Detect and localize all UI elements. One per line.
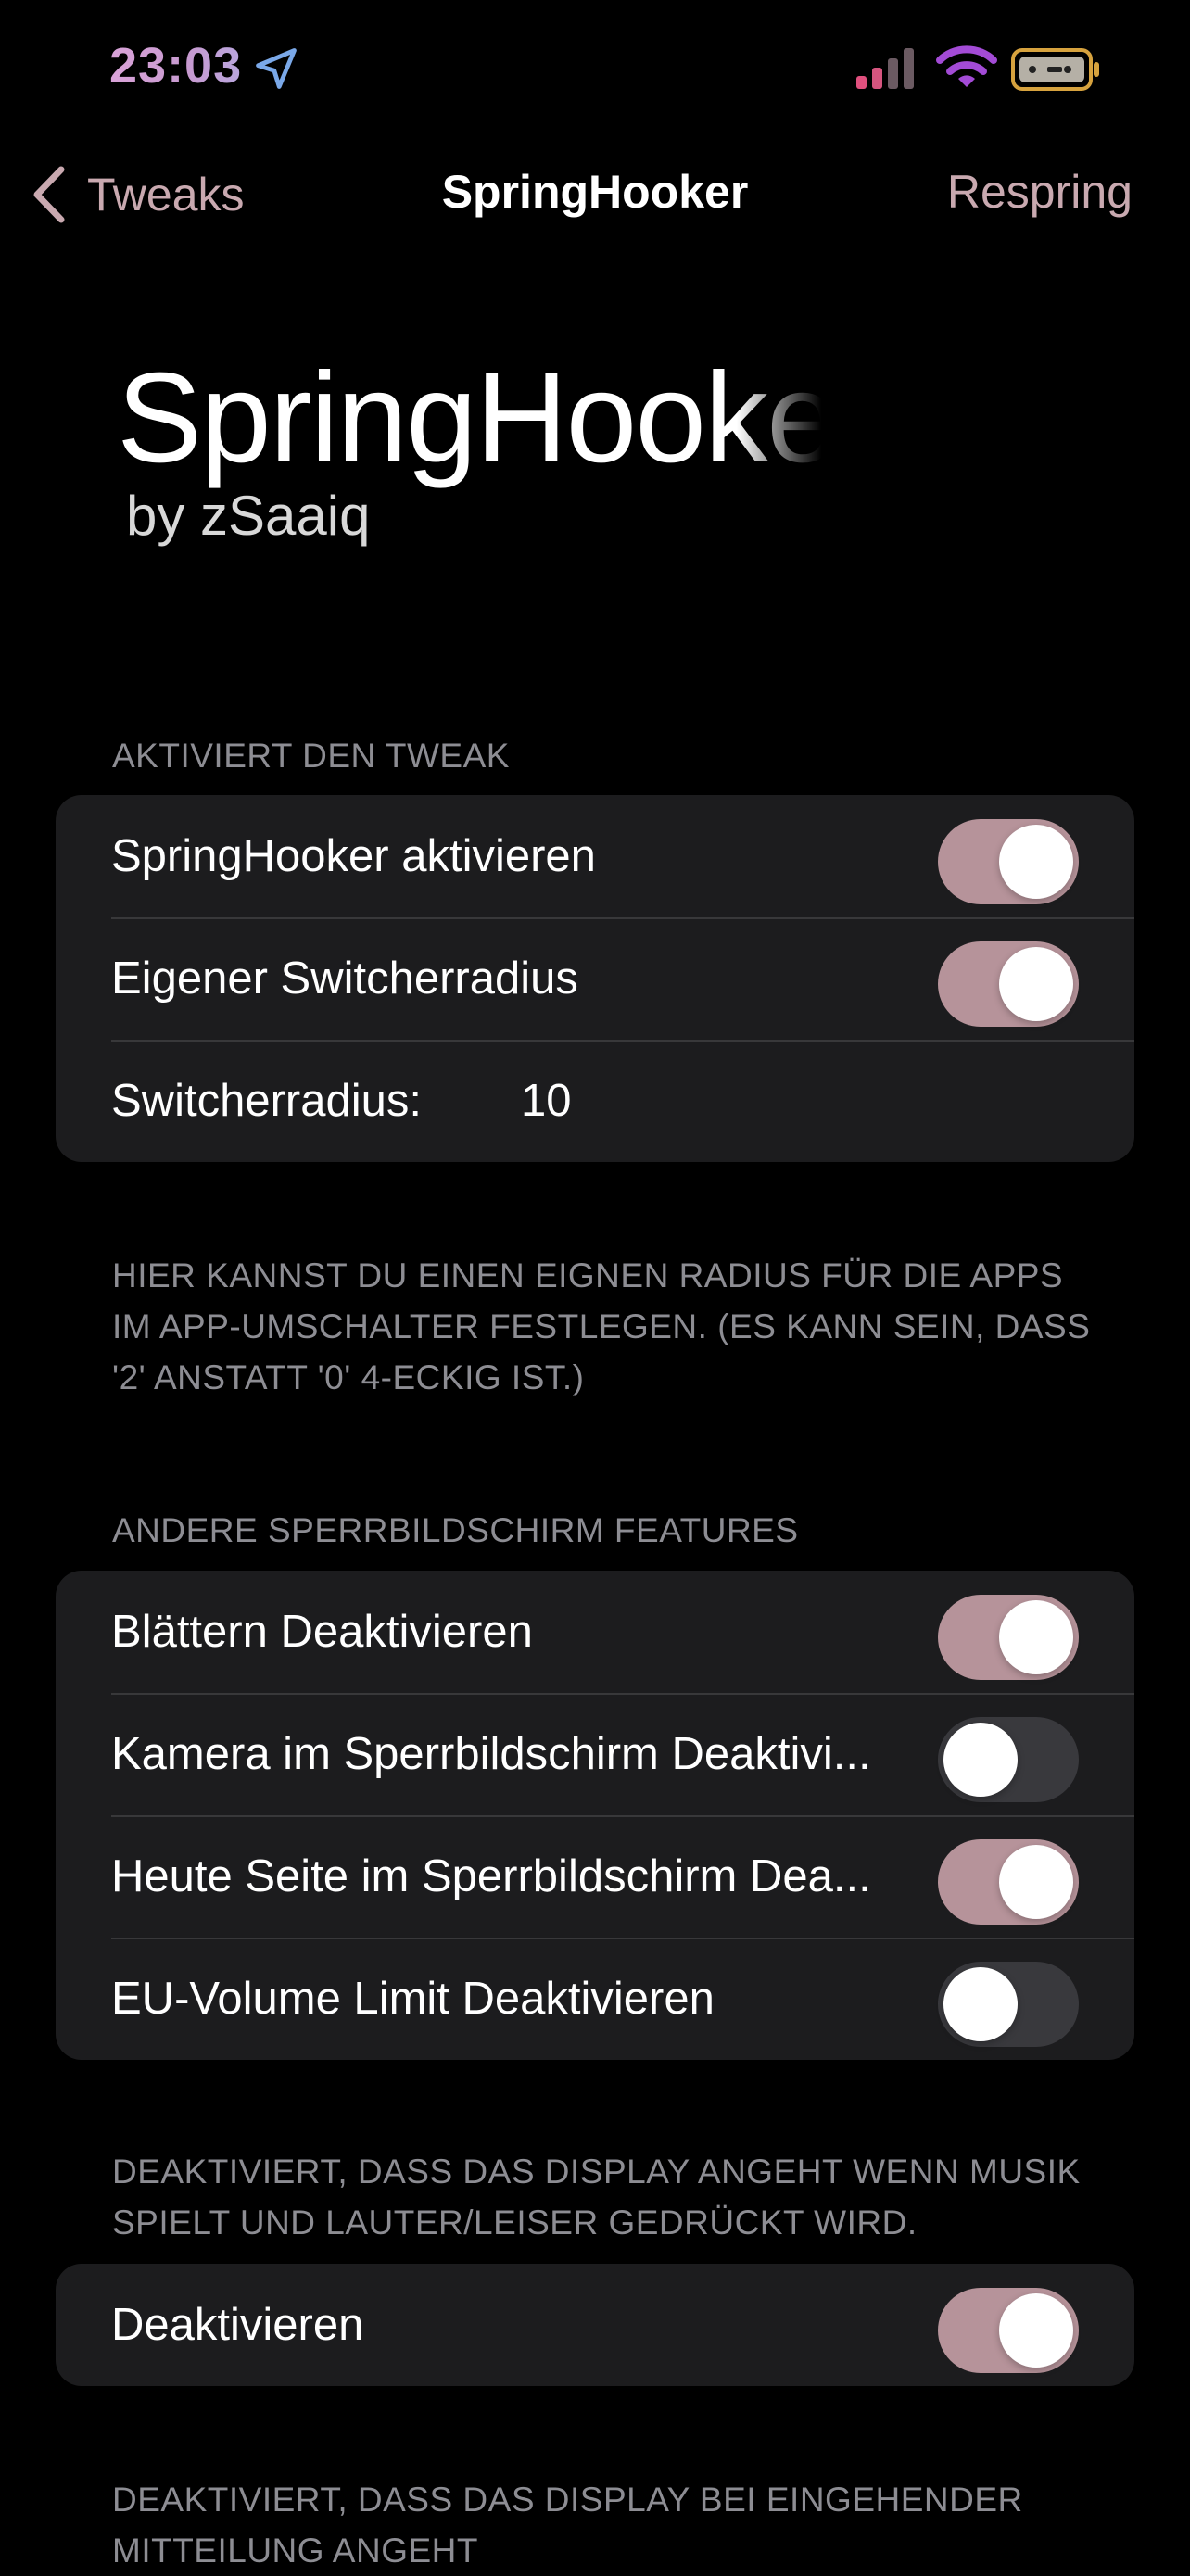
disable-scrolling-toggle[interactable] — [938, 1595, 1079, 1680]
settings-group-activate: SpringHooker aktivieren Eigener Switcher… — [56, 795, 1134, 1162]
toggle-knob — [999, 947, 1073, 1021]
row-disable-music-wake: Deaktivieren — [56, 2264, 1134, 2386]
navigation-bar: Tweaks SpringHooker Respring — [0, 148, 1190, 241]
section-header-activate: AKTIVIERT DEN TWEAK — [112, 737, 510, 775]
row-disable-camera: Kamera im Sperrbildschirm Deaktivi... — [56, 1693, 1134, 1815]
switcher-radius-value[interactable]: 10 — [521, 1075, 572, 1127]
row-label: Blättern Deaktivieren — [111, 1607, 533, 1657]
toggle-knob — [999, 1600, 1073, 1674]
battery-icon — [1011, 48, 1099, 91]
row-disable-eu-volume-limit: EU-Volume Limit Deaktivieren — [56, 1938, 1134, 2060]
disable-music-wake-toggle[interactable] — [938, 2288, 1079, 2373]
section-header-music-display: DEAKTIVIERT, DASS DAS DISPLAY ANGEHT WEN… — [112, 2153, 1081, 2241]
springhooker-enable-toggle[interactable] — [938, 819, 1079, 904]
status-bar: 23:03 — [0, 0, 1190, 139]
row-disable-scrolling: Blättern Deaktivieren — [56, 1571, 1134, 1693]
toggle-knob — [999, 825, 1073, 899]
custom-switcher-radius-toggle[interactable] — [938, 941, 1079, 1027]
toggle-knob — [999, 2293, 1073, 2368]
row-label: SpringHooker aktivieren — [111, 831, 596, 881]
row-disable-today-page: Heute Seite im Sperrbildschirm Dea... — [56, 1815, 1134, 1938]
location-arrow-icon — [256, 48, 297, 89]
row-label: Switcherradius: — [111, 1076, 422, 1126]
section-header-notification-display: DEAKTIVIERT, DASS DAS DISPLAY BEI EINGEH… — [112, 2481, 1023, 2570]
row-label: EU-Volume Limit Deaktivieren — [111, 1974, 715, 2024]
disable-eu-volume-limit-toggle[interactable] — [938, 1962, 1079, 2047]
cellular-signal-icon — [856, 48, 914, 89]
page-title: SpringHooker — [117, 347, 821, 489]
settings-group-music-display: Deaktivieren — [56, 2264, 1134, 2386]
row-label: Eigener Switcherradius — [111, 953, 578, 1004]
section-header-lockscreen: ANDERE SPERRBILDSCHIRM FEATURES — [112, 1511, 799, 1549]
disable-today-page-toggle[interactable] — [938, 1839, 1079, 1925]
row-switcher-radius[interactable]: Switcherradius: 10 — [56, 1040, 1134, 1162]
toggle-knob — [943, 1723, 1018, 1797]
row-custom-switcher-radius: Eigener Switcherradius — [56, 917, 1134, 1040]
status-time: 23:03 — [109, 38, 243, 94]
page-subtitle: by zSaaiq — [126, 485, 371, 547]
wifi-icon — [936, 45, 997, 87]
row-label: Deaktivieren — [111, 2300, 364, 2350]
settings-group-lockscreen: Blättern Deaktivieren Kamera im Sperrbil… — [56, 1571, 1134, 2060]
row-springhooker-enable: SpringHooker aktivieren — [56, 795, 1134, 917]
row-label: Kamera im Sperrbildschirm Deaktivi... — [111, 1729, 871, 1779]
toggle-knob — [999, 1845, 1073, 1919]
section-footer-radius: HIER KANNST DU EINEN EIGNEN RADIUS FÜR D… — [112, 1256, 1091, 1396]
respring-button[interactable]: Respring — [947, 165, 1133, 219]
disable-camera-toggle[interactable] — [938, 1717, 1079, 1802]
toggle-knob — [943, 1967, 1018, 2041]
row-label: Heute Seite im Sperrbildschirm Dea... — [111, 1851, 871, 1901]
